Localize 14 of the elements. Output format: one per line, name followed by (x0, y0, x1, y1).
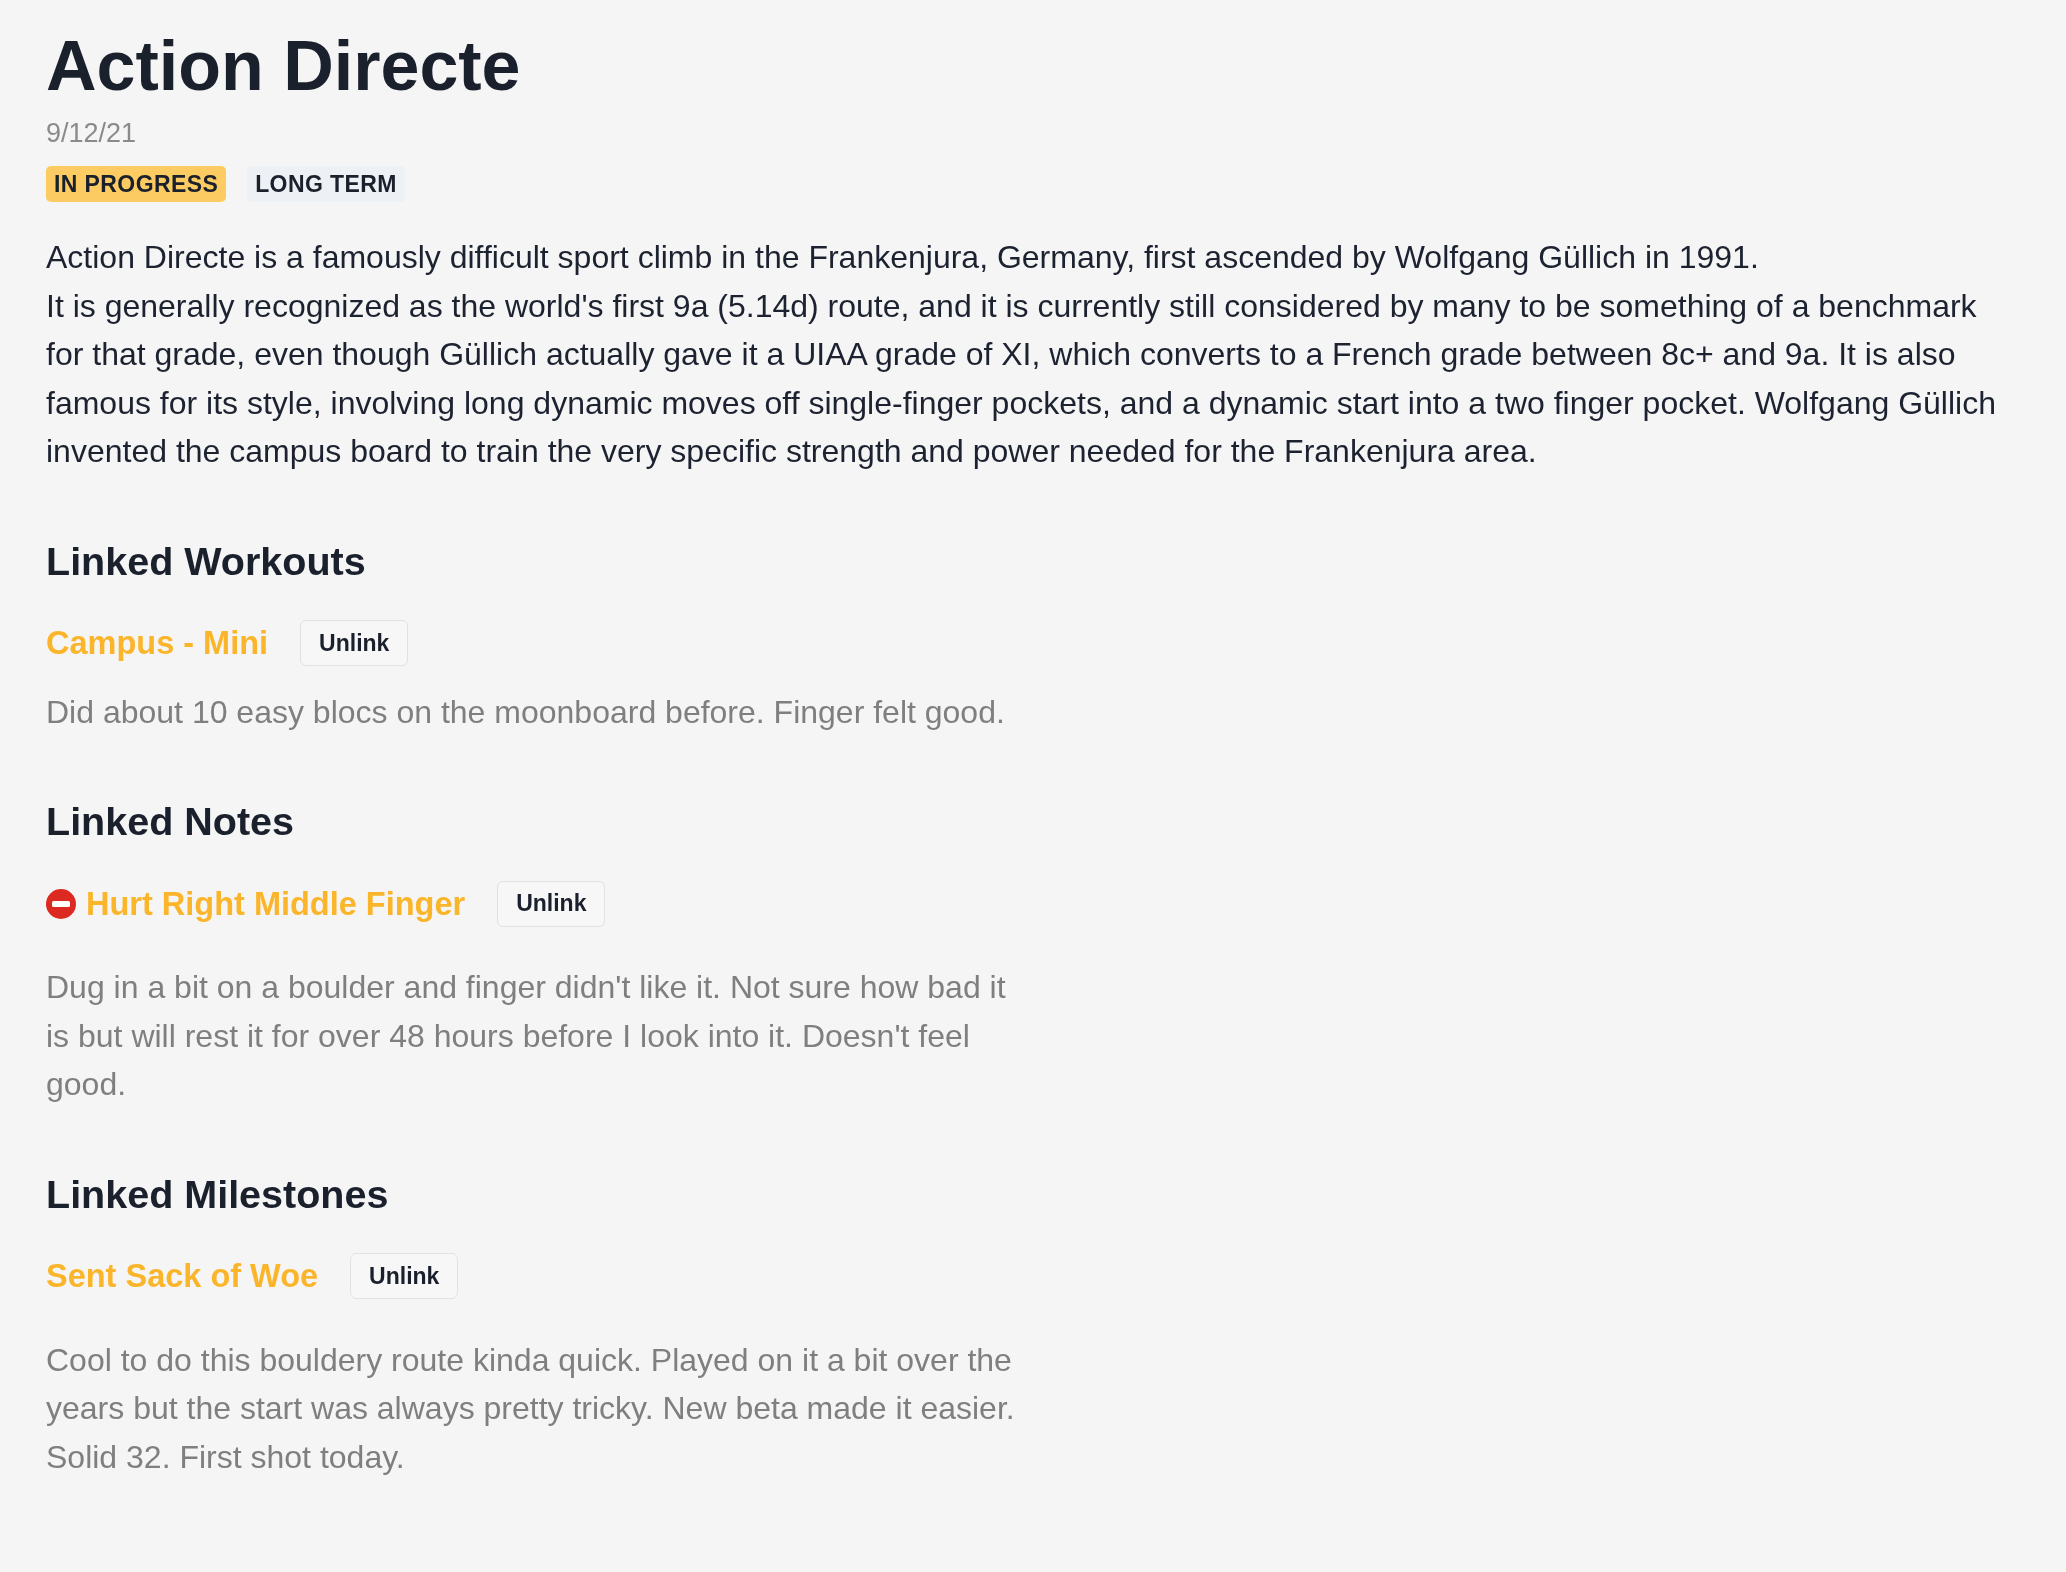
section-heading: Linked Milestones (46, 1170, 389, 1218)
status-tag: LONG TERM (247, 166, 405, 202)
page-title: Action Directe (46, 26, 521, 107)
date-text: 9/12/21 (46, 117, 137, 150)
unlink-button[interactable]: Unlink (300, 620, 409, 666)
status-tag: IN PROGRESS (46, 166, 227, 202)
description-text: Action Directe is a famously difficult sport climb in the Frankenjura, Germany, first ascended by Wolfgang Güllich in 1991. It is generally recognized as the world's first 9a (5.14d) route, and it is currently still considered by many to be something of a benchmark for that grade, even though Güllich actually gave it a UIAA grade of XI, which converts to a French grade between 8c+ and 9a. It is also famous for its style, involving long dynamic moves off single-finger pockets, and a dynamic start into a two finger pocket. Wolfgang Güllich invented the campus board to train the very specific strength and power needed for the Frankenjura area. (46, 238, 1997, 471)
note-text: Dug in a bit on a boulder and finger didn't like it. Not sure how bad it is but will rest it for over 48 hours before I look into it. Doesn't feel good. (46, 968, 1007, 1104)
note-text: Did about 10 easy blocs on the moonboard before. Finger felt good. (46, 692, 1006, 732)
section-heading: Linked Workouts (46, 537, 366, 585)
note-text: Cool to do this bouldery route kinda quick. Played on it a bit over the years but the start was always pretty tricky. New beta made it easier. Solid 32. First shot today. (46, 1340, 1016, 1477)
unlink-button[interactable]: Unlink (497, 880, 606, 927)
unlink-button[interactable]: Unlink (350, 1253, 459, 1299)
section-heading: Linked Notes (46, 798, 294, 845)
